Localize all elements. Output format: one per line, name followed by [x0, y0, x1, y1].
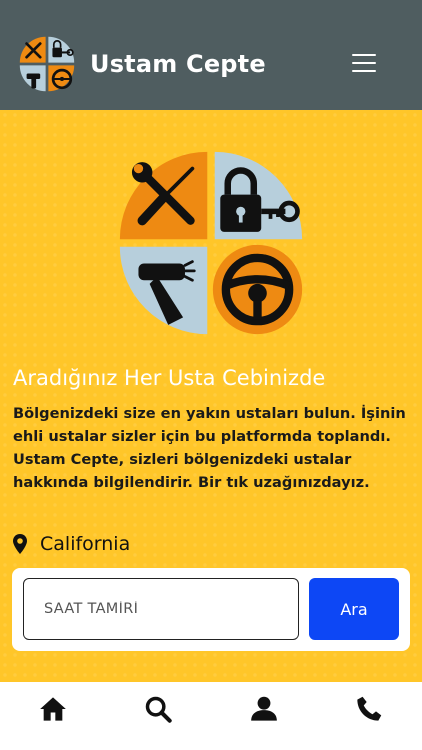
search-card: Ara [12, 568, 410, 651]
hamburger-menu-icon[interactable] [352, 54, 376, 74]
hero-description: Bölgenizdeki size en yakın ustaları bulu… [13, 405, 406, 491]
phone-icon [357, 696, 382, 721]
hero-logo [119, 151, 303, 335]
search-button[interactable]: Ara [309, 578, 399, 640]
location-name: California [40, 533, 131, 555]
app-logo[interactable] [13, 30, 81, 98]
hero-tagline: Aradığınız Her Usta Cebinizde [13, 366, 326, 390]
app-title: Ustam Cepte [90, 50, 266, 78]
search-icon [146, 696, 172, 723]
map-pin-icon [13, 534, 27, 554]
nav-profile[interactable] [234, 691, 294, 727]
home-icon [39, 697, 66, 721]
current-location[interactable]: California [13, 531, 130, 557]
search-input[interactable] [23, 578, 299, 640]
app-header: Ustam Cepte [0, 0, 422, 110]
nav-call[interactable] [339, 691, 399, 727]
bottom-navigation [0, 682, 422, 750]
nav-home[interactable] [23, 691, 83, 727]
user-icon [250, 696, 277, 721]
nav-search[interactable] [128, 691, 188, 727]
